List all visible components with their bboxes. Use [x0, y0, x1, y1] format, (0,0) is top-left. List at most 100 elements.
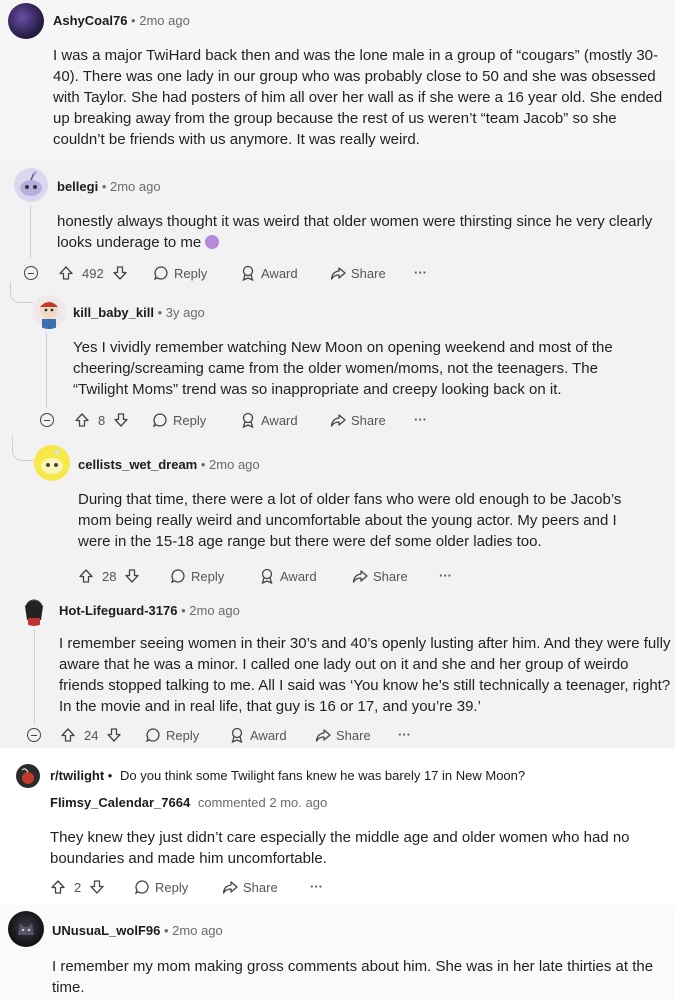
share-label: Share	[243, 879, 278, 895]
chat-bubble-icon	[145, 728, 160, 743]
vote-group: 8	[74, 412, 129, 428]
reply-button[interactable]: Reply	[152, 412, 206, 428]
more-icon: ···	[414, 412, 427, 427]
share-icon	[330, 414, 346, 427]
comment-body: I remember seeing women in their 30’s an…	[59, 633, 671, 717]
share-button[interactable]: Share	[315, 727, 371, 743]
text-line: I remember seeing women in their 30’s an…	[59, 635, 671, 652]
chat-bubble-icon	[153, 266, 168, 281]
timestamp[interactable]: 2mo ago	[209, 457, 260, 472]
share-button[interactable]: Share	[330, 412, 386, 428]
action-bar: 2 Reply Share ···	[0, 879, 675, 897]
text-line: were in the 15-18 age range but there we…	[78, 533, 542, 550]
reply-button[interactable]: Reply	[153, 265, 207, 281]
reply-button[interactable]: Reply	[145, 727, 199, 743]
text-line: Yes I vividly remember watching New Moon…	[73, 339, 613, 356]
text-line: I was a major TwiHard back then and was …	[53, 47, 659, 64]
chat-bubble-icon	[134, 880, 149, 895]
downvote-icon[interactable]	[124, 568, 140, 584]
comment-body: I remember my mom making gross comments …	[52, 956, 670, 998]
share-label: Share	[336, 727, 371, 743]
timestamp[interactable]: 3y ago	[166, 305, 205, 320]
share-icon	[315, 729, 331, 742]
username[interactable]: UNusuaL_wolF96	[52, 923, 160, 938]
avatar[interactable]	[8, 3, 44, 39]
comment-header: kill_baby_kill • 3y ago	[73, 305, 205, 320]
vote-group: 28	[78, 568, 140, 584]
thread-line[interactable]	[30, 205, 31, 258]
snoo-icon	[41, 449, 63, 474]
thread-elbow	[10, 282, 33, 303]
more-icon: ···	[414, 265, 427, 280]
upvote-icon[interactable]	[78, 568, 94, 584]
username[interactable]: Hot-Lifeguard-3176	[59, 603, 177, 618]
username[interactable]: Flimsy_Calendar_7664	[50, 795, 190, 810]
share-button[interactable]: Share	[330, 265, 386, 281]
avatar[interactable]	[18, 594, 50, 626]
more-options-button[interactable]: ···	[414, 265, 427, 280]
share-label: Share	[351, 265, 386, 281]
award-button[interactable]: Award	[259, 568, 317, 584]
username[interactable]: cellists_wet_dream	[78, 457, 197, 472]
chat-bubble-icon	[152, 413, 167, 428]
thread-line[interactable]	[34, 630, 35, 725]
text-line: mom being really weird and uncomfortable…	[78, 512, 617, 529]
timestamp[interactable]: 2mo ago	[189, 603, 240, 618]
downvote-icon[interactable]	[112, 265, 128, 281]
text-line: cheering/screaming came from the older w…	[73, 360, 598, 377]
timestamp[interactable]: 2mo ago	[139, 13, 190, 28]
award-button[interactable]: Award	[240, 265, 298, 281]
text-line: looks underage to me	[57, 234, 202, 251]
avatar[interactable]	[32, 295, 66, 329]
timestamp[interactable]: 2mo ago	[110, 179, 161, 194]
subreddit-name[interactable]: r/twilight	[50, 768, 104, 783]
award-icon	[261, 568, 273, 584]
post-title[interactable]: Do you think some Twilight fans knew he …	[120, 768, 525, 783]
timestamp[interactable]: commented 2 mo. ago	[198, 795, 327, 810]
snoo-dark-hair-icon	[25, 599, 43, 626]
more-icon: ···	[398, 727, 411, 742]
snoo-girl-icon	[40, 301, 58, 329]
award-button[interactable]: Award	[229, 727, 287, 743]
separator-dot: •	[107, 768, 113, 783]
share-button[interactable]: Share	[222, 879, 278, 895]
upvote-icon[interactable]	[50, 879, 66, 895]
thread-line[interactable]	[46, 333, 47, 408]
comment-header: Hot-Lifeguard-3176 • 2mo ago	[59, 603, 240, 618]
more-icon: ···	[310, 879, 323, 894]
comment-body: honestly always thought it was weird tha…	[57, 211, 667, 253]
more-options-button[interactable]: ···	[310, 879, 323, 894]
upvote-icon[interactable]	[74, 412, 90, 428]
subreddit-avatar[interactable]	[16, 764, 40, 788]
username[interactable]: AshyCoal76	[53, 13, 127, 28]
wolf-icon	[18, 923, 34, 935]
downvote-icon[interactable]	[106, 727, 122, 743]
share-button[interactable]: Share	[352, 568, 408, 584]
reply-button[interactable]: Reply	[170, 568, 224, 584]
text-line: I remember my mom making gross comments …	[52, 958, 654, 975]
avatar[interactable]	[8, 911, 44, 947]
text-line: time.	[52, 979, 85, 996]
separator-dot: •	[101, 179, 107, 194]
separator-dot: •	[131, 13, 136, 28]
username[interactable]: bellegi	[57, 179, 98, 194]
award-label: Award	[261, 265, 298, 281]
chat-bubble-icon	[170, 569, 185, 584]
downvote-icon[interactable]	[113, 412, 129, 428]
username[interactable]: kill_baby_kill	[73, 305, 154, 320]
more-options-button[interactable]: ···	[398, 727, 411, 742]
reply-button[interactable]: Reply	[134, 879, 188, 895]
more-options-button[interactable]: ···	[414, 412, 427, 427]
more-options-button[interactable]: ···	[439, 568, 452, 583]
downvote-icon[interactable]	[89, 879, 105, 895]
snoo-icon	[20, 171, 42, 196]
upvote-icon[interactable]	[60, 727, 76, 743]
timestamp[interactable]: 2mo ago	[172, 923, 223, 938]
upvote-icon[interactable]	[58, 265, 74, 281]
text-line: aware that he was a minor. I called one …	[59, 656, 629, 673]
avatar[interactable]	[34, 445, 70, 481]
snoo-avatar[interactable]	[14, 168, 48, 202]
vote-group: 2	[50, 879, 105, 895]
award-button[interactable]: Award	[240, 412, 298, 428]
award-icon	[242, 265, 254, 281]
